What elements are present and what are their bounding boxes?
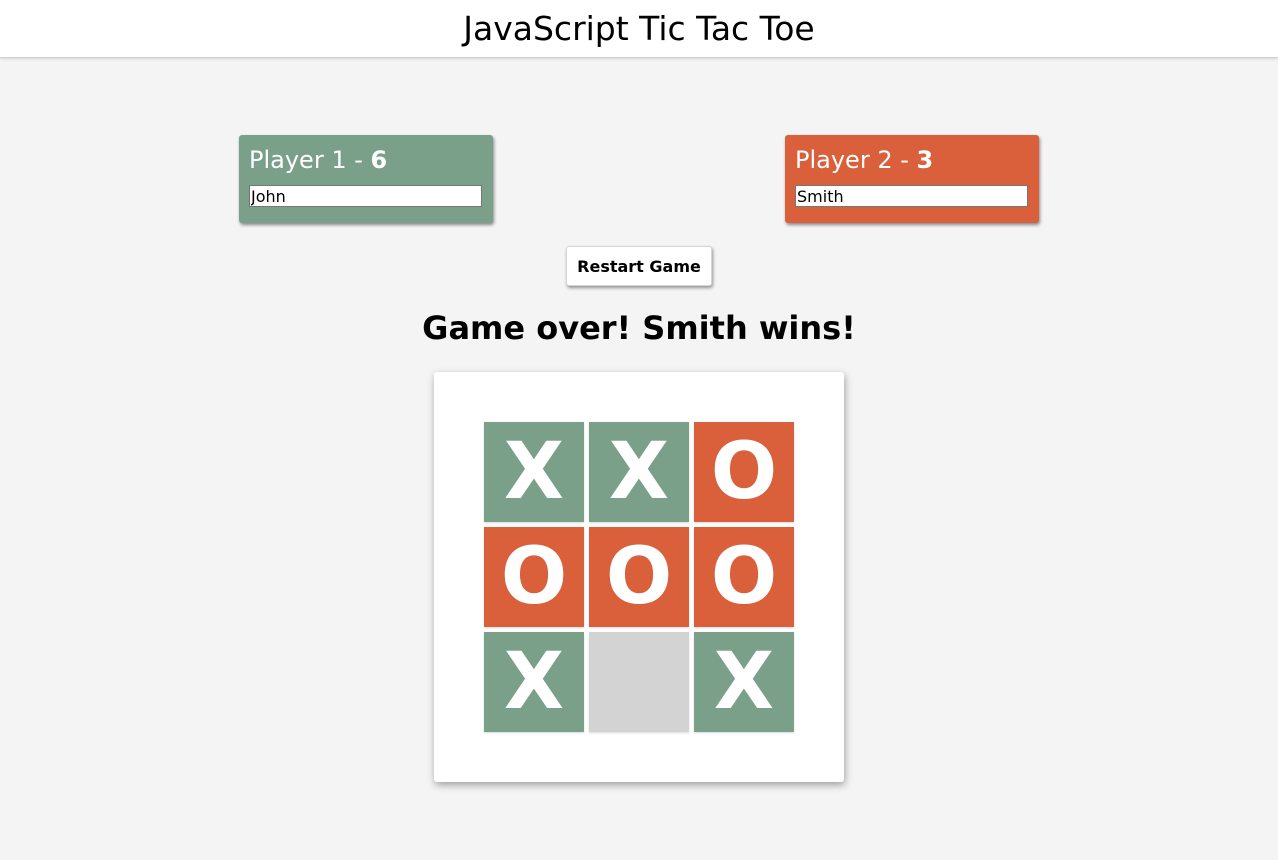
board-cell-3[interactable]: O	[694, 422, 794, 522]
board-panel: X X O O O O X X	[434, 372, 844, 782]
board-cell-8[interactable]	[589, 632, 689, 732]
board-cell-2[interactable]: X	[589, 422, 689, 522]
board-cell-4[interactable]: O	[484, 527, 584, 627]
player-2-name-input[interactable]	[795, 185, 1028, 207]
board-cell-9[interactable]: X	[694, 632, 794, 732]
player-1-title: Player 1 - 6	[249, 145, 483, 175]
page-title: JavaScript Tic Tac Toe	[463, 9, 815, 48]
board-cell-5[interactable]: O	[589, 527, 689, 627]
app-header: JavaScript Tic Tac Toe	[0, 0, 1278, 58]
player-1-label: Player 1 -	[249, 146, 371, 174]
game-status-message: Game over! Smith wins!	[422, 309, 856, 347]
player-2-score: 3	[916, 146, 934, 174]
game-board: X X O O O O X X	[484, 422, 794, 732]
board-cell-7[interactable]: X	[484, 632, 584, 732]
player-1-name-input[interactable]	[249, 185, 482, 207]
player-1-card: Player 1 - 6	[239, 135, 493, 223]
player-2-title: Player 2 - 3	[795, 145, 1029, 175]
restart-game-button[interactable]: Restart Game	[566, 246, 712, 286]
player-2-label: Player 2 -	[795, 146, 917, 174]
board-cell-1[interactable]: X	[484, 422, 584, 522]
player-2-card: Player 2 - 3	[785, 135, 1039, 223]
board-cell-6[interactable]: O	[694, 527, 794, 627]
player-1-score: 6	[370, 146, 388, 174]
